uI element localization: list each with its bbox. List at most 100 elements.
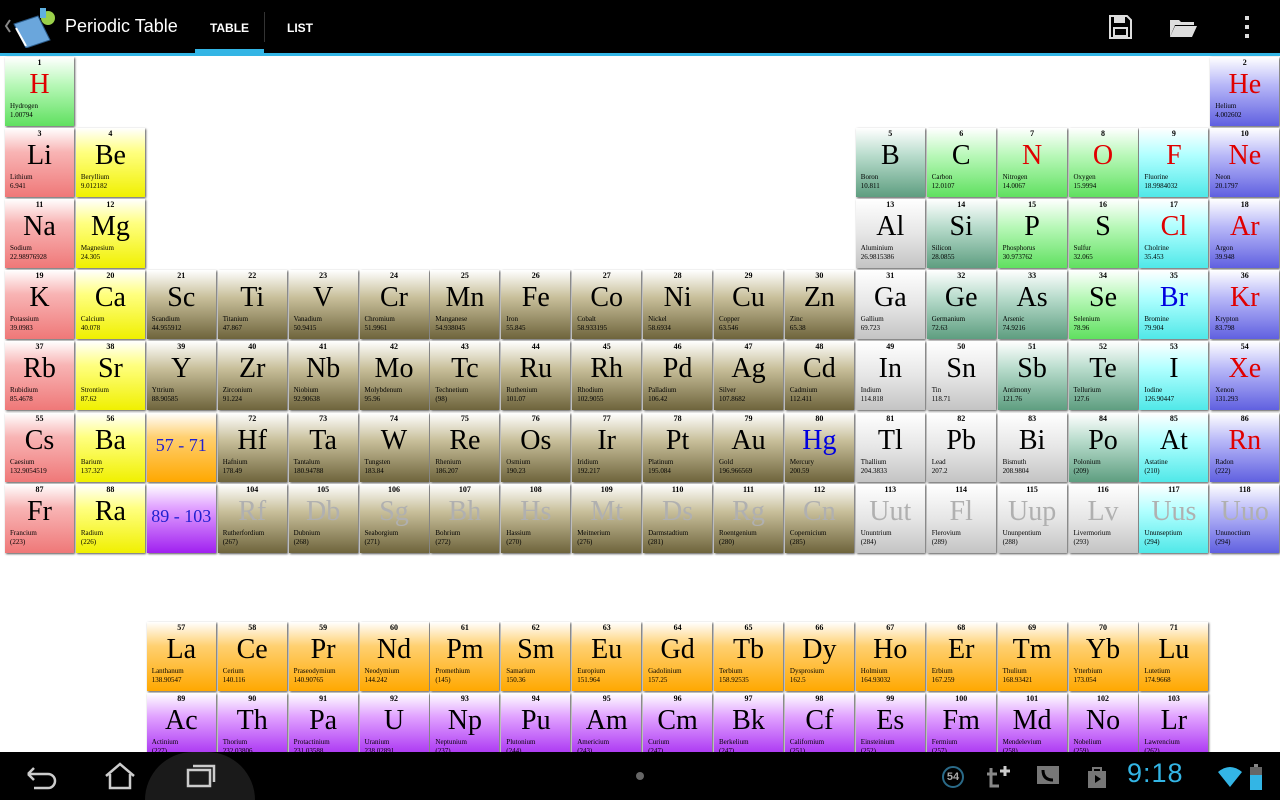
element-cell-cl[interactable]: 17 Cl Cholrine 35.453 — [1139, 199, 1209, 269]
element-cell-rh[interactable]: 45 Rh Rhodium 102.9055 — [572, 341, 642, 411]
element-cell-mo[interactable]: 42 Mo Molybdenum 95.96 — [359, 341, 429, 411]
element-cell-fr[interactable]: 87 Fr Francium (223) — [5, 483, 74, 553]
element-cell-si[interactable]: 14 Si Silicon 28.0855 — [926, 199, 996, 269]
element-cell-ta[interactable]: 73 Ta Tantalum 180.94788 — [288, 412, 358, 482]
element-cell-he[interactable]: 2 He Helium 4.002602 — [1210, 57, 1280, 126]
element-cell-te[interactable]: 52 Te Tellurium 127.6 — [1068, 341, 1138, 411]
element-cell-os[interactable]: 76 Os Osmium 190.23 — [501, 412, 571, 482]
element-cell-sr[interactable]: 38 Sr Strontium 87.62 — [75, 341, 145, 411]
element-cell-cs[interactable]: 55 Cs Caesium 132.9054519 — [5, 412, 74, 482]
element-cell-ti[interactable]: 22 Ti Titanium 47.867 — [217, 270, 287, 340]
element-cell-al[interactable]: 13 Al Aluminium 26.9815386 — [855, 199, 925, 269]
element-cell-gd[interactable]: 64 Gd Gadolinium 157.25 — [643, 622, 713, 691]
element-cell-yb[interactable]: 70 Yb Ytterbium 173.054 — [1068, 622, 1138, 691]
element-cell-nb[interactable]: 41 Nb Niobium 92.90638 — [288, 341, 358, 411]
element-cell-hs[interactable]: 108 Hs Hassium (270) — [501, 483, 571, 553]
element-cell-bi[interactable]: 83 Bi Bismuth 208.9804 — [997, 412, 1067, 482]
element-cell-rn[interactable]: 86 Rn Radon (222) — [1210, 412, 1280, 482]
element-cell-c[interactable]: 6 C Carbon 12.0107 — [926, 128, 996, 198]
element-cell-pd[interactable]: 46 Pd Palladium 106.42 — [643, 341, 713, 411]
element-cell-ds[interactable]: 110 Ds Darmstadtium (281) — [643, 483, 713, 553]
element-cell-be[interactable]: 4 Be Beryllium 9.012182 — [75, 128, 145, 198]
element-cell-h[interactable]: 1 H Hydrogen 1.00794 — [5, 57, 74, 126]
element-cell-cd[interactable]: 48 Cd Cadmium 112.411 — [784, 341, 854, 411]
element-cell-la[interactable]: 57 La Lanthanum 138.90547 — [146, 622, 216, 691]
element-cell-p[interactable]: 15 P Phosphorus 30.973762 — [997, 199, 1067, 269]
element-cell-i[interactable]: 53 I Iodine 126.90447 — [1139, 341, 1209, 411]
save-icon[interactable] — [1105, 12, 1135, 42]
element-cell-er[interactable]: 68 Er Erbium 167.259 — [926, 622, 996, 691]
element-cell-ir[interactable]: 77 Ir Iridium 192.217 — [572, 412, 642, 482]
app-drawer-dot[interactable] — [636, 772, 644, 780]
element-cell-sc[interactable]: 21 Sc Scandium 44.955912 — [146, 270, 216, 340]
element-cell-xe[interactable]: 54 Xe Xenon 131.293 — [1210, 341, 1280, 411]
element-cell-cr[interactable]: 24 Cr Chromium 51.9961 — [359, 270, 429, 340]
element-cell-na[interactable]: 11 Na Sodium 22.98976928 — [5, 199, 74, 269]
element-cell-lv[interactable]: 116 Lv Livermorium (293) — [1068, 483, 1138, 553]
element-cell-tm[interactable]: 69 Tm Thulium 168.93421 — [997, 622, 1067, 691]
element-cell-ag[interactable]: 47 Ag Silver 107.8682 — [714, 341, 783, 411]
element-cell-sb[interactable]: 51 Sb Antimony 121.76 — [997, 341, 1067, 411]
element-cell-cu[interactable]: 29 Cu Copper 63.546 — [714, 270, 783, 340]
element-cell-ra[interactable]: 88 Ra Radium (226) — [75, 483, 145, 553]
overflow-menu-icon[interactable] — [1232, 12, 1262, 42]
element-cell-db[interactable]: 105 Db Dubnium (268) — [288, 483, 358, 553]
element-cell-y[interactable]: 39 Y Yttrium 88.90585 — [146, 341, 216, 411]
element-cell-ni[interactable]: 28 Ni Nickel 58.6934 — [643, 270, 713, 340]
element-cell-bh[interactable]: 107 Bh Bohrium (272) — [430, 483, 500, 553]
play-store-icon[interactable] — [1085, 764, 1109, 790]
home-icon[interactable] — [100, 760, 140, 792]
element-cell-mn[interactable]: 25 Mn Manganese 54.938045 — [430, 270, 500, 340]
element-cell-uuo[interactable]: 118 Uuo Ununoctium (294) — [1210, 483, 1280, 553]
element-cell-sn[interactable]: 50 Sn Tin 118.71 — [926, 341, 996, 411]
element-cell-ba[interactable]: 56 Ba Barium 137.327 — [75, 412, 145, 482]
phone-notification-icon[interactable] — [1035, 764, 1061, 790]
element-cell-k[interactable]: 19 K Potassium 39.0983 — [5, 270, 74, 340]
tumblr-notification-icon[interactable] — [985, 764, 1015, 790]
element-cell-br[interactable]: 35 Br Bromine 79.904 — [1139, 270, 1209, 340]
element-cell-dy[interactable]: 66 Dy Dysprosium 162.5 — [784, 622, 854, 691]
element-cell-ho[interactable]: 67 Ho Holmium 164.93032 — [855, 622, 925, 691]
element-cell-as[interactable]: 33 As Arsenic 74.9216 — [997, 270, 1067, 340]
element-cell-pb[interactable]: 82 Pb Lead 207.2 — [926, 412, 996, 482]
element-cell-ga[interactable]: 31 Ga Gallium 69.723 — [855, 270, 925, 340]
element-cell-w[interactable]: 74 W Tungsten 183.84 — [359, 412, 429, 482]
element-cell-au[interactable]: 79 Au Gold 196.966569 — [714, 412, 783, 482]
actinide-series-button[interactable]: 89 - 103 — [146, 483, 216, 553]
element-cell-at[interactable]: 85 At Astatine (210) — [1139, 412, 1209, 482]
element-cell-ne[interactable]: 10 Ne Neon 20.1797 — [1210, 128, 1280, 198]
element-cell-re[interactable]: 75 Re Rhenium 186.207 — [430, 412, 500, 482]
element-cell-se[interactable]: 34 Se Selenium 78.96 — [1068, 270, 1138, 340]
back-icon[interactable] — [20, 760, 60, 792]
element-cell-fl[interactable]: 114 Fl Flerovium (289) — [926, 483, 996, 553]
element-cell-rb[interactable]: 37 Rb Rubidium 85.4678 — [5, 341, 74, 411]
element-cell-fe[interactable]: 26 Fe Iron 55.845 — [501, 270, 571, 340]
element-cell-rg[interactable]: 111 Rg Roentgenium (280) — [714, 483, 783, 553]
element-cell-lu[interactable]: 71 Lu Lutetium 174.9668 — [1139, 622, 1209, 691]
element-cell-v[interactable]: 23 V Vanadium 50.9415 — [288, 270, 358, 340]
element-cell-li[interactable]: 3 Li Lithium 6.941 — [5, 128, 74, 198]
lanthanide-series-button[interactable]: 57 - 71 — [146, 412, 216, 482]
element-cell-tl[interactable]: 81 Tl Thallium 204.3833 — [855, 412, 925, 482]
folder-open-icon[interactable] — [1168, 12, 1198, 42]
element-cell-ru[interactable]: 44 Ru Ruthenium 101.07 — [501, 341, 571, 411]
element-cell-rf[interactable]: 104 Rf Rutherfordium (267) — [217, 483, 287, 553]
element-cell-po[interactable]: 84 Po Polonium (209) — [1068, 412, 1138, 482]
recent-apps-icon[interactable] — [180, 760, 220, 792]
element-cell-hg[interactable]: 80 Hg Mercury 200.59 — [784, 412, 854, 482]
element-cell-mt[interactable]: 109 Mt Meitnerium (276) — [572, 483, 642, 553]
element-cell-n[interactable]: 7 N Nitrogen 14.0067 — [997, 128, 1067, 198]
element-cell-ce[interactable]: 58 Ce Cerium 140.116 — [217, 622, 287, 691]
element-cell-pt[interactable]: 78 Pt Platinum 195.084 — [643, 412, 713, 482]
element-cell-tc[interactable]: 43 Tc Technetium (98) — [430, 341, 500, 411]
tab-list[interactable]: LIST — [265, 0, 335, 53]
element-cell-pr[interactable]: 59 Pr Praseodymium 140.90765 — [288, 622, 358, 691]
element-cell-s[interactable]: 16 S Sulfur 32.065 — [1068, 199, 1138, 269]
element-cell-nd[interactable]: 60 Nd Neodymium 144.242 — [359, 622, 429, 691]
element-cell-uut[interactable]: 113 Uut Ununtrium (284) — [855, 483, 925, 553]
notification-count-badge[interactable]: 54 — [942, 766, 964, 788]
element-cell-eu[interactable]: 63 Eu Europium 151.964 — [572, 622, 642, 691]
element-cell-uup[interactable]: 115 Uup Ununpentium (288) — [997, 483, 1067, 553]
app-logo-icon[interactable] — [4, 6, 60, 48]
element-cell-ca[interactable]: 20 Ca Calcium 40.078 — [75, 270, 145, 340]
